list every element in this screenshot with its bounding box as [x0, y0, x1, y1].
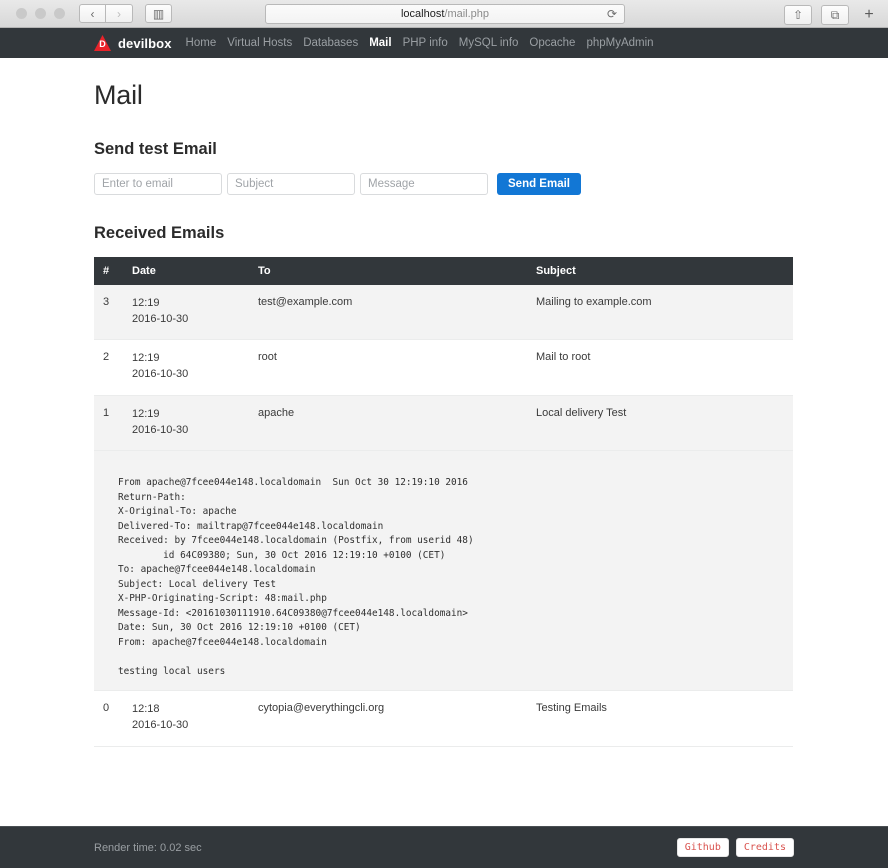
nav-item-mysql-info[interactable]: MySQL info [459, 37, 519, 49]
send-test-email-heading: Send test Email [94, 140, 794, 159]
row-subject: Testing Emails [536, 691, 793, 746]
page-content: Mail Send test Email Send Email Received… [0, 58, 888, 747]
tabs-overview-icon[interactable]: ⧉ [821, 5, 849, 25]
navigation-buttons[interactable]: ‹ › [79, 4, 133, 23]
back-icon[interactable]: ‹ [79, 4, 106, 23]
window-controls[interactable] [16, 8, 65, 19]
nav-item-mail[interactable]: Mail [369, 37, 391, 49]
row-day: 2016-10-30 [132, 366, 258, 384]
column-header-to[interactable]: To [258, 257, 536, 285]
row-subject: Local delivery Test [536, 395, 793, 450]
row-number: 0 [94, 691, 132, 746]
row-recipient: cytopia@everythingcli.org [258, 691, 536, 746]
address-bar[interactable]: localhost/mail.php ⟳ [265, 4, 625, 24]
row-number: 2 [94, 340, 132, 395]
new-tab-button[interactable]: + [858, 4, 880, 26]
table-row[interactable]: 2 12:19 2016-10-30 root Mail to root [94, 340, 793, 395]
row-date: 12:19 2016-10-30 [132, 395, 258, 450]
send-email-form: Send Email [94, 173, 794, 195]
minimize-window-button[interactable] [35, 8, 46, 19]
browser-toolbar: ‹ › ▥ localhost/mail.php ⟳ ⇧ ⧉ + [0, 0, 888, 28]
devilbox-triangle-icon: D [94, 35, 111, 51]
table-header: # Date To Subject [94, 257, 793, 285]
close-window-button[interactable] [16, 8, 27, 19]
email-source-cell: From apache@7fcee044e148.localdomain Sun… [94, 451, 793, 691]
main-navbar: D devilbox Home Virtual Hosts Databases … [0, 28, 888, 58]
brand-logo[interactable]: D devilbox [94, 35, 172, 51]
email-raw-headers: From apache@7fcee044e148.localdomain Sun… [94, 462, 793, 679]
row-time: 12:19 [132, 296, 258, 311]
nav-item-databases[interactable]: Databases [303, 37, 358, 49]
row-time: 12:19 [132, 407, 258, 422]
nav-item-virtual-hosts[interactable]: Virtual Hosts [227, 37, 292, 49]
page-title: Mail [94, 80, 794, 111]
row-recipient: root [258, 340, 536, 395]
nav-item-home[interactable]: Home [186, 37, 217, 49]
column-header-number[interactable]: # [94, 257, 132, 285]
column-header-subject[interactable]: Subject [536, 257, 793, 285]
nav-item-opcache[interactable]: Opcache [529, 37, 575, 49]
url-host: localhost [401, 8, 444, 20]
received-emails-table: # Date To Subject 3 12:19 2016-10-30 tes… [94, 257, 793, 747]
row-date: 12:19 2016-10-30 [132, 285, 258, 340]
row-subject: Mailing to example.com [536, 285, 793, 340]
row-recipient: apache [258, 395, 536, 450]
row-day: 2016-10-30 [132, 717, 258, 735]
share-icon[interactable]: ⇧ [784, 5, 812, 25]
brand-name: devilbox [118, 36, 172, 51]
column-header-date[interactable]: Date [132, 257, 258, 285]
row-time: 12:18 [132, 702, 258, 717]
table-row[interactable]: 3 12:19 2016-10-30 test@example.com Mail… [94, 285, 793, 340]
to-email-input[interactable] [94, 173, 222, 195]
table-header-row: # Date To Subject [94, 257, 793, 285]
github-button[interactable]: Github [677, 838, 729, 857]
row-time: 12:19 [132, 351, 258, 366]
nav-item-php-info[interactable]: PHP info [403, 37, 448, 49]
table-body: 3 12:19 2016-10-30 test@example.com Mail… [94, 285, 793, 746]
row-day: 2016-10-30 [132, 311, 258, 329]
maximize-window-button[interactable] [54, 8, 65, 19]
message-input[interactable] [360, 173, 488, 195]
row-recipient: test@example.com [258, 285, 536, 340]
credits-button[interactable]: Credits [736, 838, 794, 857]
reload-icon[interactable]: ⟳ [607, 7, 617, 21]
received-emails-heading: Received Emails [94, 224, 794, 243]
row-subject: Mail to root [536, 340, 793, 395]
nav-item-phpmyadmin[interactable]: phpMyAdmin [586, 37, 653, 49]
logo-letter: D [99, 40, 106, 51]
sidebar-toggle-icon[interactable]: ▥ [145, 4, 172, 23]
url-path: /mail.php [444, 8, 489, 20]
subject-input[interactable] [227, 173, 355, 195]
row-number: 1 [94, 395, 132, 450]
table-row[interactable]: 1 12:19 2016-10-30 apache Local delivery… [94, 395, 793, 450]
render-time-label: Render time: 0.02 sec [94, 842, 202, 854]
navbar-links: Home Virtual Hosts Databases Mail PHP in… [186, 37, 654, 49]
send-email-button[interactable]: Send Email [497, 173, 581, 195]
row-date: 12:19 2016-10-30 [132, 340, 258, 395]
footer-links: Github Credits [677, 838, 794, 857]
table-row[interactable]: 0 12:18 2016-10-30 cytopia@everythingcli… [94, 691, 793, 746]
toolbar-right-actions: ⇧ ⧉ + [784, 4, 880, 26]
forward-icon[interactable]: › [106, 4, 133, 23]
page-footer: Render time: 0.02 sec Github Credits [0, 826, 888, 868]
row-number: 3 [94, 285, 132, 340]
row-date: 12:18 2016-10-30 [132, 691, 258, 746]
email-source-row: From apache@7fcee044e148.localdomain Sun… [94, 451, 793, 691]
row-day: 2016-10-30 [132, 422, 258, 440]
